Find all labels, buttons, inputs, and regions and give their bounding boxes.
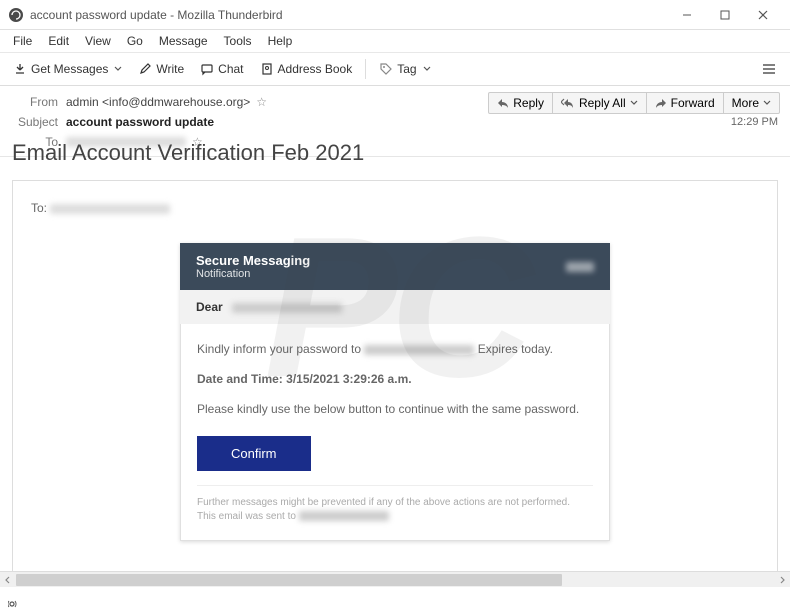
menu-tools[interactable]: Tools <box>217 32 259 50</box>
hamburger-icon <box>761 62 777 76</box>
footer-line-1: Further messages might be prevented if a… <box>197 496 593 510</box>
foot2-label: This email was sent to <box>197 511 299 522</box>
menu-message[interactable]: Message <box>152 32 215 50</box>
email-canvas: To: Secure Messaging Notification Dear <box>12 180 778 587</box>
toolbar-separator <box>365 59 366 79</box>
horizontal-scrollbar[interactable] <box>0 571 790 587</box>
more-label: More <box>732 96 759 110</box>
line1b: Expires today. <box>478 342 553 356</box>
pencil-icon <box>138 62 152 76</box>
foot2-redacted <box>299 511 389 521</box>
forward-icon <box>655 98 667 108</box>
reply-label: Reply <box>513 96 544 110</box>
app-menu-button[interactable] <box>754 58 784 80</box>
email-to-redacted <box>50 204 170 214</box>
chevron-down-icon <box>114 65 122 73</box>
menubar: File Edit View Go Message Tools Help <box>0 30 790 52</box>
date-time-value: 3/15/2021 3:29:26 a.m. <box>286 372 411 386</box>
get-messages-label: Get Messages <box>31 62 108 76</box>
date-time-line: Date and Time: 3/15/2021 3:29:26 a.m. <box>197 370 593 388</box>
message-card-header: Secure Messaging Notification <box>180 243 610 290</box>
menu-file[interactable]: File <box>6 32 39 50</box>
thunderbird-icon <box>8 7 24 23</box>
reply-icon <box>497 98 509 108</box>
minimize-button[interactable] <box>668 0 706 30</box>
dear-name-redacted <box>232 303 342 313</box>
menu-go[interactable]: Go <box>120 32 150 50</box>
message-body-area: Email Account Verification Feb 2021 To: … <box>0 124 790 587</box>
scrollbar-thumb[interactable] <box>16 574 562 586</box>
scroll-right-arrow[interactable] <box>774 572 790 588</box>
download-icon <box>13 62 27 76</box>
body-line-3: Please kindly use the below button to co… <box>197 400 593 418</box>
titlebar: account password update - Mozilla Thunde… <box>0 0 790 30</box>
line1a: Kindly inform your password to <box>197 342 364 356</box>
email-title: Email Account Verification Feb 2021 <box>12 140 778 166</box>
message-card-footer: Further messages might be prevented if a… <box>197 485 593 524</box>
body-line-1: Kindly inform your password to Expires t… <box>197 340 593 358</box>
maximize-button[interactable] <box>706 0 744 30</box>
from-value[interactable]: admin <info@ddmwarehouse.org> <box>66 95 250 109</box>
chat-label: Chat <box>218 62 243 76</box>
email-to-label: To: <box>31 201 47 215</box>
forward-button[interactable]: Forward <box>646 92 724 114</box>
menu-help[interactable]: Help <box>261 32 300 50</box>
secure-messaging-subtitle: Notification <box>196 268 566 280</box>
confirm-button[interactable]: Confirm <box>197 436 311 471</box>
get-messages-button[interactable]: Get Messages <box>6 58 129 80</box>
email-to-line: To: <box>31 201 759 215</box>
tag-label: Tag <box>397 62 416 76</box>
address-book-label: Address Book <box>278 62 353 76</box>
star-icon[interactable]: ☆ <box>256 95 267 109</box>
chat-icon <box>200 62 214 76</box>
tag-icon <box>379 62 393 76</box>
message-card: Secure Messaging Notification Dear Kindl… <box>180 243 610 541</box>
address-book-icon <box>260 62 274 76</box>
header-right-redacted <box>566 262 594 272</box>
write-label: Write <box>156 62 184 76</box>
chat-button[interactable]: Chat <box>193 58 250 80</box>
date-time-label: Date and Time: <box>197 372 286 386</box>
close-button[interactable] <box>744 0 782 30</box>
tag-button[interactable]: Tag <box>372 58 437 80</box>
menu-edit[interactable]: Edit <box>41 32 76 50</box>
forward-label: Forward <box>671 96 715 110</box>
from-label: From <box>10 95 58 109</box>
window-title: account password update - Mozilla Thunde… <box>30 8 668 22</box>
reply-all-icon <box>561 98 575 108</box>
dear-row: Dear <box>180 290 610 324</box>
footer-line-2: This email was sent to <box>197 510 593 524</box>
more-button[interactable]: More <box>723 92 780 114</box>
toolbar: Get Messages Write Chat Address Book Tag <box>0 52 790 86</box>
secure-messaging-title: Secure Messaging <box>196 253 566 268</box>
header-actions: Reply Reply All Forward More <box>489 92 780 114</box>
line1-redacted <box>364 345 474 355</box>
write-button[interactable]: Write <box>131 58 191 80</box>
activity-indicator-icon <box>8 598 24 610</box>
chevron-down-icon <box>630 99 638 107</box>
chevron-down-icon <box>423 65 431 73</box>
message-card-body: Kindly inform your password to Expires t… <box>180 324 610 541</box>
menu-view[interactable]: View <box>78 32 118 50</box>
dear-label: Dear <box>196 300 223 314</box>
chevron-down-icon <box>763 99 771 107</box>
reply-all-button[interactable]: Reply All <box>552 92 647 114</box>
reply-all-label: Reply All <box>579 96 626 110</box>
scroll-left-arrow[interactable] <box>0 572 16 588</box>
address-book-button[interactable]: Address Book <box>253 58 360 80</box>
scrollbar-track[interactable] <box>16 572 774 588</box>
reply-button[interactable]: Reply <box>488 92 553 114</box>
